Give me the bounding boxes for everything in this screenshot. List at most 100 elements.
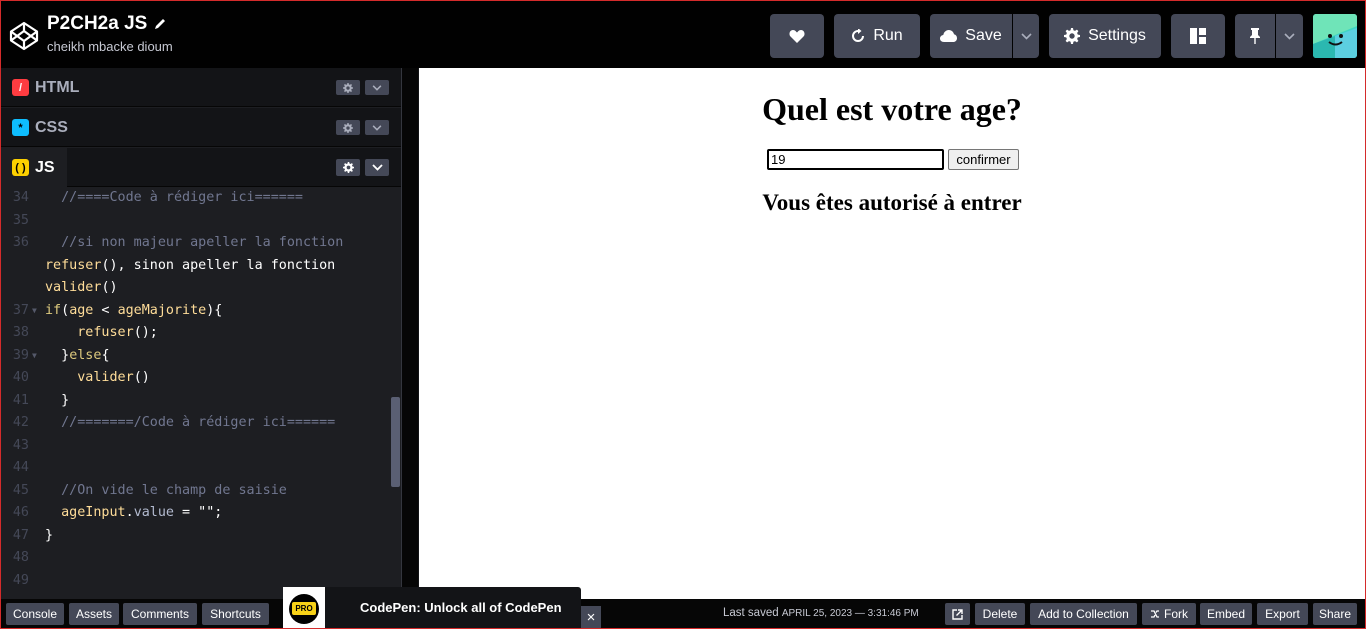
save-options-button[interactable] — [1013, 14, 1039, 58]
line-number: 35 — [12, 212, 29, 228]
code-line[interactable]: 34 //====Code à rédiger ici====== — [1, 187, 391, 210]
js-collapse-button[interactable] — [365, 159, 389, 176]
pin-button[interactable] — [1235, 14, 1275, 58]
header: P2CH2a JS cheikh mbacke dioum Run Save S… — [1, 1, 1365, 68]
export-button[interactable]: Export — [1257, 603, 1308, 625]
pen-author[interactable]: cheikh mbacke dioum — [47, 39, 173, 54]
shortcuts-button[interactable]: Shortcuts — [202, 603, 269, 625]
code-line[interactable]: 48 — [1, 547, 391, 570]
line-number: 48 — [12, 550, 29, 565]
css-icon: * — [12, 119, 29, 136]
preview-message: Vous êtes autorisé à entrer — [762, 190, 1022, 215]
console-button[interactable]: Console — [6, 603, 64, 625]
code-line[interactable]: 40 valider() — [1, 367, 391, 390]
code-text: }else{ — [45, 347, 110, 363]
code-line[interactable]: 38 refuser(); — [1, 322, 391, 345]
line-number: 41 — [12, 392, 29, 408]
pencil-icon[interactable] — [153, 17, 167, 31]
code-text: } — [45, 392, 70, 408]
gear-icon — [342, 162, 354, 173]
codepen-logo-icon[interactable] — [9, 21, 39, 51]
code-line[interactable]: 35 — [1, 210, 391, 233]
code-line[interactable]: 47} — [1, 525, 391, 548]
code-line[interactable]: 46 ageInput.value = ""; — [1, 502, 391, 525]
cloud-icon — [940, 30, 958, 42]
tab-js-label: JS — [35, 158, 55, 176]
css-panel-header: * CSS — [1, 108, 401, 147]
save-button[interactable]: Save — [930, 14, 1012, 58]
code-text: valider() — [45, 280, 118, 295]
add-to-collection-button[interactable]: Add to Collection — [1030, 603, 1137, 625]
share-button[interactable]: Share — [1313, 603, 1357, 625]
user-avatar[interactable] — [1313, 14, 1357, 58]
layout-icon — [1190, 28, 1206, 44]
fork-icon — [1151, 610, 1159, 618]
delete-button[interactable]: Delete — [975, 603, 1025, 625]
comments-button[interactable]: Comments — [123, 603, 197, 625]
pen-title-text[interactable]: P2CH2a JS — [47, 13, 147, 35]
footer: Console Assets Comments Shortcuts Last s… — [1, 599, 1365, 628]
embed-button[interactable]: Embed — [1200, 603, 1252, 625]
pen-title[interactable]: P2CH2a JS — [47, 13, 173, 35]
pro-badge: PRO — [283, 587, 325, 628]
code-text: refuser(), sinon apeller la fonction — [45, 257, 336, 273]
line-number: 43 — [12, 437, 29, 453]
age-input[interactable]: 19 — [767, 149, 944, 170]
code-line[interactable]: 43 — [1, 435, 391, 458]
last-saved-status: Last saved APRIL 25, 2023 — 3:31:46 PM — [723, 607, 919, 619]
tab-css-label: CSS — [35, 118, 68, 136]
html-settings-button[interactable] — [336, 80, 360, 95]
line-number: 39 — [12, 347, 29, 363]
fold-arrow-icon[interactable]: ▼ — [32, 300, 37, 323]
code-line[interactable]: 36 //si non majeur apeller la fonction — [1, 232, 391, 255]
close-icon[interactable]: × — [581, 606, 601, 628]
run-button[interactable]: Run — [834, 14, 920, 58]
code-line[interactable]: 39 ▼ }else{ — [1, 345, 391, 368]
code-line[interactable]: 42 //=======/Code à rédiger ici====== — [1, 412, 391, 435]
code-line[interactable]: 41 } — [1, 390, 391, 413]
tab-css[interactable]: * CSS — [1, 108, 79, 147]
editor-resizer[interactable] — [401, 68, 418, 599]
assets-button[interactable]: Assets — [69, 603, 119, 625]
html-icon: / — [12, 79, 29, 96]
pro-badge-icon: PRO — [289, 593, 319, 624]
settings-button[interactable]: Settings — [1049, 14, 1161, 58]
tab-html[interactable]: / HTML — [1, 68, 97, 107]
pinned-items-button[interactable] — [1276, 14, 1303, 58]
code-line[interactable]: 37 ▼ if(age < ageMajorite){ — [1, 300, 391, 323]
js-settings-button[interactable] — [336, 159, 360, 176]
promo-text[interactable]: CodePen: Unlock all of CodePen — [360, 600, 562, 615]
preview-title: Quel est votre age? — [762, 91, 1022, 127]
code-text: ageInput.value = ""; — [61, 505, 223, 520]
pin-icon — [1250, 28, 1260, 44]
fold-arrow-icon[interactable]: ▼ — [32, 345, 37, 368]
change-view-button[interactable] — [1171, 14, 1225, 58]
fork-button[interactable]: Fork — [1142, 603, 1196, 625]
chevron-down-icon — [372, 84, 382, 91]
code-line[interactable]: refuser(), sinon apeller la fonction — [1, 255, 391, 278]
code-line[interactable]: 45 //On vide le champ de saisie — [1, 480, 391, 503]
confirm-button[interactable]: confirmer — [948, 149, 1019, 170]
line-number: 37 — [12, 302, 29, 318]
code-text: valider() — [77, 370, 150, 385]
html-panel-header: / HTML — [1, 68, 401, 107]
code-text: //On vide le champ de saisie — [45, 482, 287, 498]
love-button[interactable] — [770, 14, 824, 58]
tab-js[interactable]: ( ) JS — [1, 148, 67, 187]
line-number: 34 — [12, 190, 29, 205]
css-collapse-button[interactable] — [365, 120, 389, 135]
line-number: 49 — [12, 572, 29, 588]
js-code-editor[interactable]: 34 //====Code à rédiger ici====== 35 36 //… — [1, 187, 391, 588]
css-settings-button[interactable] — [336, 120, 360, 135]
pen-title-block: P2CH2a JS cheikh mbacke dioum — [47, 13, 173, 54]
chevron-down-icon — [1020, 32, 1032, 40]
open-external-button[interactable] — [945, 603, 970, 625]
chevron-down-icon — [1284, 32, 1295, 40]
pro-promo-banner[interactable]: PRO CodePen: Unlock all of CodePen — [283, 587, 581, 628]
editor-scrollbar[interactable] — [391, 397, 400, 487]
html-collapse-button[interactable] — [365, 80, 389, 95]
line-number: 46 — [12, 505, 29, 520]
pro-badge-label: PRO — [292, 602, 316, 615]
code-line[interactable]: 44 — [1, 457, 391, 480]
code-line[interactable]: valider() — [1, 277, 391, 300]
